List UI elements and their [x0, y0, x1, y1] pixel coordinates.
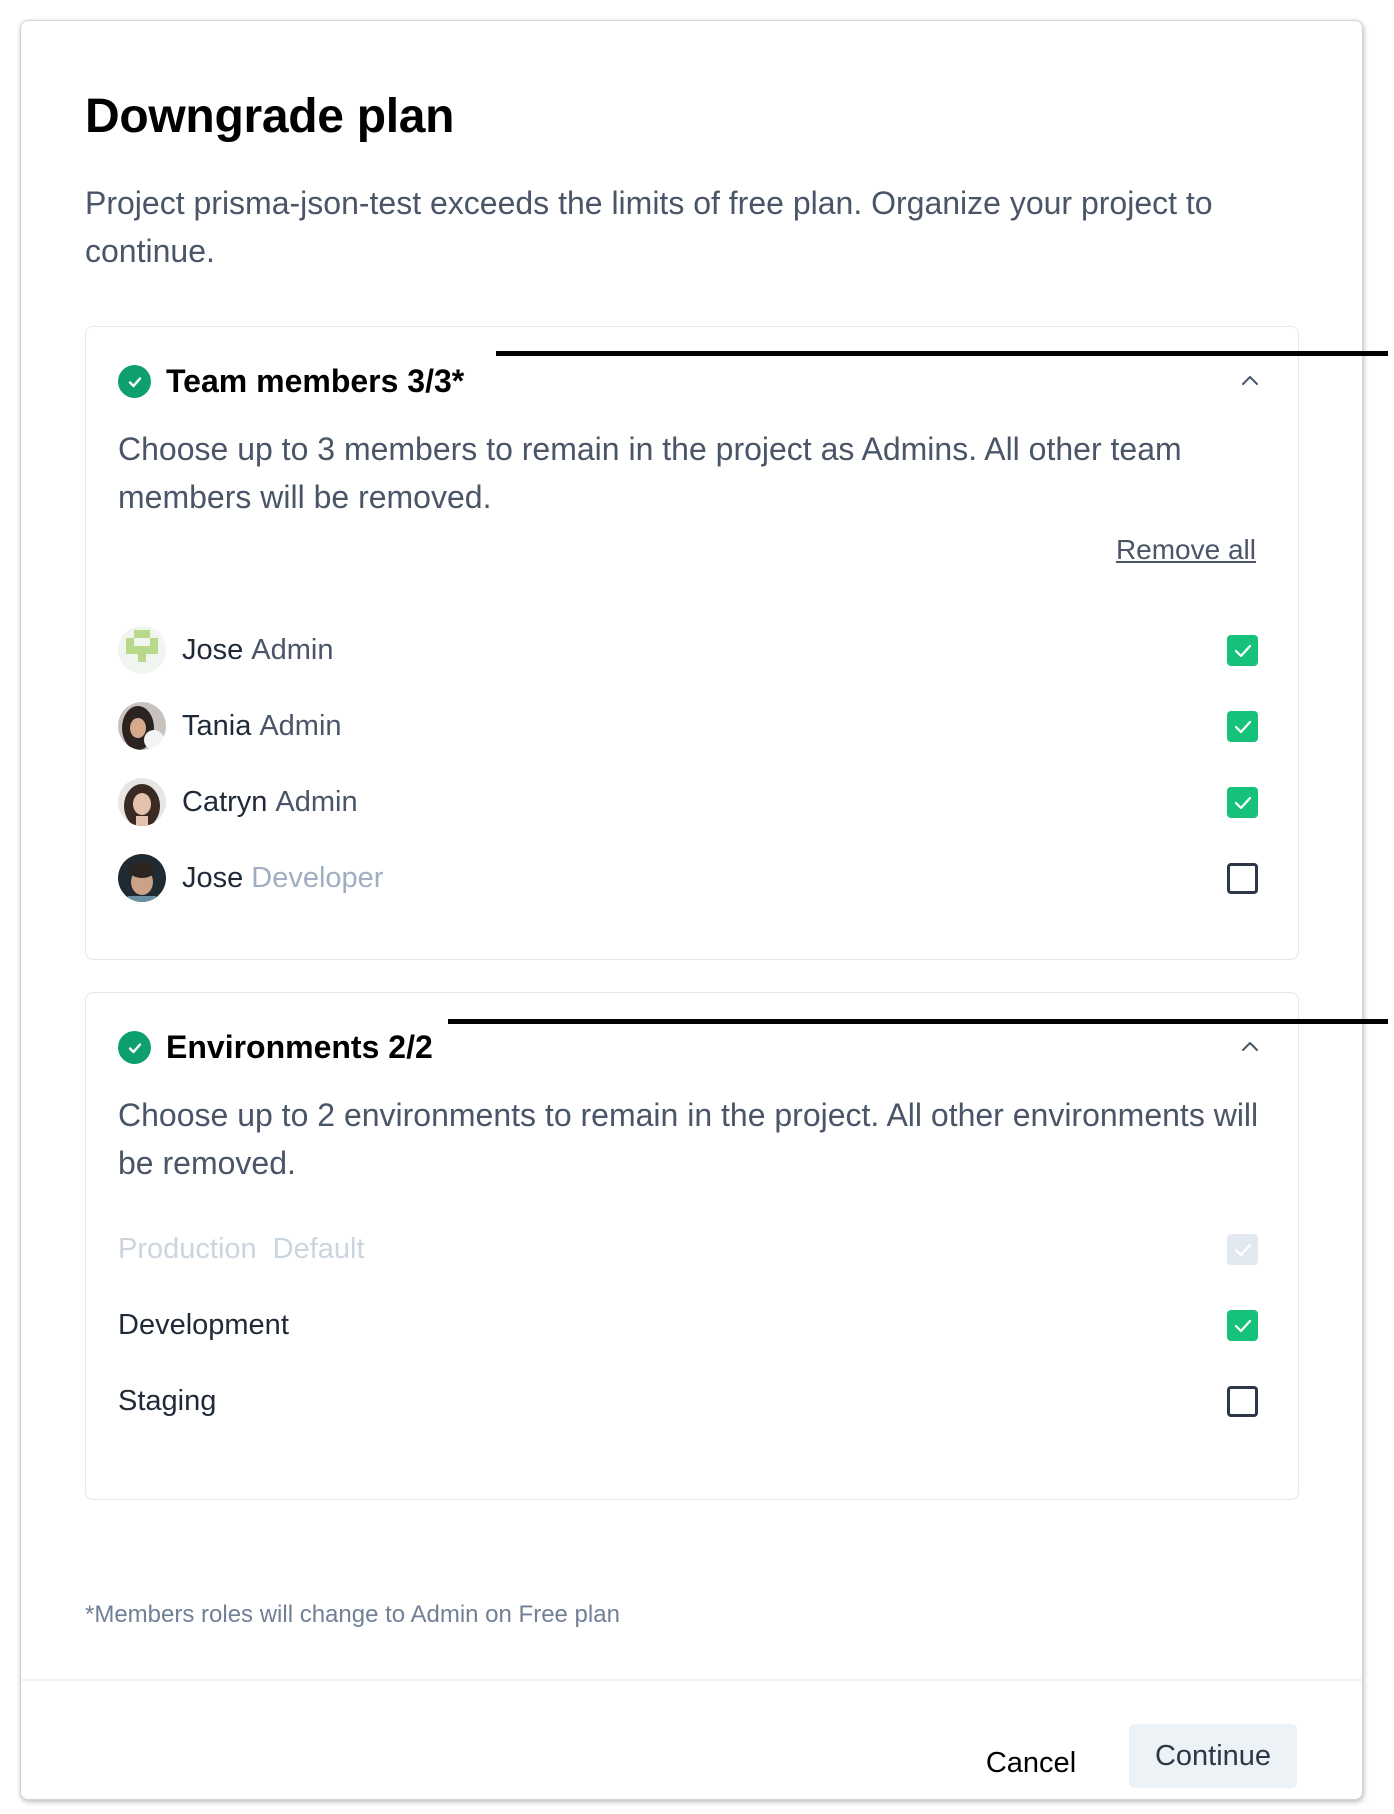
- member-role: Admin: [251, 633, 334, 666]
- team-members-description: Choose up to 3 members to remain in the …: [118, 431, 1182, 515]
- environments-description: Choose up to 2 environments to remain in…: [118, 1097, 1259, 1181]
- member-name: Tania: [182, 709, 252, 742]
- environments-title: Environments 2/2: [166, 1029, 433, 1065]
- environment-name: Staging: [118, 1384, 217, 1417]
- team-members-section: Team members 3/3* Choose up to 3 members…: [85, 326, 1299, 960]
- continue-button[interactable]: Continue: [1129, 1724, 1297, 1788]
- environment-name: Development: [118, 1308, 289, 1341]
- check-circle-icon: [118, 1031, 151, 1064]
- remove-all-link[interactable]: Remove all: [1116, 534, 1256, 566]
- environments-header: Environments 2/2: [118, 1029, 433, 1066]
- chevron-up-icon[interactable]: [1238, 369, 1262, 393]
- pixel-avatar-icon: [118, 626, 166, 674]
- member-row: Jose Developer: [118, 848, 1258, 908]
- member-checkbox[interactable]: [1227, 711, 1258, 742]
- environments-section: Environments 2/2 Choose up to 2 environm…: [85, 992, 1299, 1500]
- annotation-line: [496, 351, 1388, 356]
- user-photo-avatar: [118, 778, 166, 826]
- default-tag: Default: [272, 1232, 365, 1265]
- member-checkbox[interactable]: [1227, 635, 1258, 666]
- member-row: Tania Admin: [118, 696, 1258, 756]
- member-row: Jose Admin: [118, 620, 1258, 680]
- check-circle-icon: [118, 365, 151, 398]
- member-row: Catryn Admin: [118, 772, 1258, 832]
- member-role: Admin: [259, 709, 342, 742]
- member-role: Developer: [251, 861, 384, 894]
- member-name: Jose: [182, 633, 244, 666]
- footnote: *Members roles will change to Admin on F…: [85, 1601, 620, 1628]
- footer-divider: [21, 1679, 1362, 1681]
- user-photo-avatar: [118, 854, 166, 902]
- environment-name: Production: [118, 1232, 257, 1265]
- environment-checkbox: [1227, 1234, 1258, 1265]
- environment-row: Staging: [118, 1371, 1258, 1431]
- environment-checkbox[interactable]: [1227, 1310, 1258, 1341]
- environment-checkbox[interactable]: [1227, 1386, 1258, 1417]
- member-checkbox[interactable]: [1227, 787, 1258, 818]
- member-name: Catryn: [182, 785, 268, 818]
- dialog-description: Project prisma-json-test exceeds the lim…: [85, 185, 1213, 269]
- cancel-button[interactable]: Cancel: [971, 1733, 1091, 1793]
- team-members-header: Team members 3/3*: [118, 363, 464, 400]
- user-photo-avatar: [118, 702, 166, 750]
- annotation-line: [448, 1019, 1388, 1024]
- team-members-title: Team members 3/3*: [166, 363, 465, 399]
- member-name: Jose: [182, 861, 244, 894]
- dialog-title: Downgrade plan: [85, 90, 455, 143]
- environment-row: Production Default: [118, 1219, 1258, 1279]
- downgrade-plan-dialog: Downgrade plan Project prisma-json-test …: [20, 20, 1363, 1800]
- member-checkbox[interactable]: [1227, 863, 1258, 894]
- member-role: Admin: [275, 785, 358, 818]
- chevron-up-icon[interactable]: [1238, 1035, 1262, 1059]
- environment-row: Development: [118, 1295, 1258, 1355]
